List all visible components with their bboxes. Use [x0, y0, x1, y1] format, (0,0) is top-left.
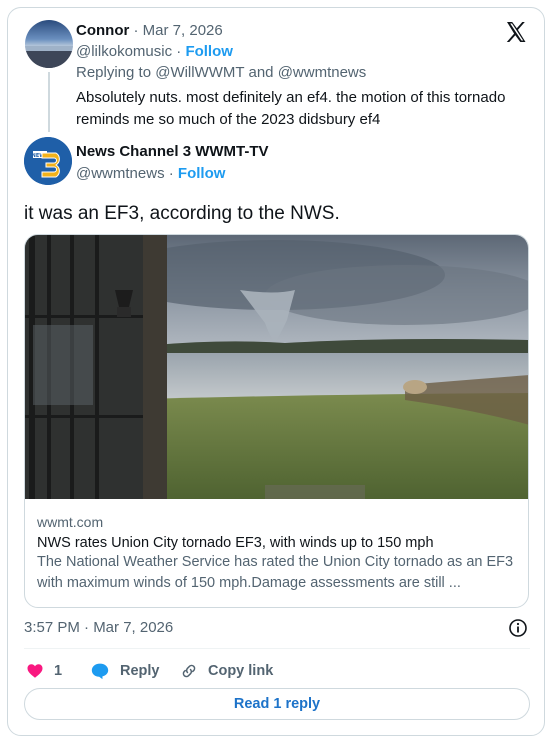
divider: [24, 648, 530, 649]
main-tweet-text: it was an EF3, according to the NWS.: [24, 203, 340, 224]
thread-connector-line: [48, 72, 50, 132]
reply-label: Reply: [120, 663, 160, 679]
follow-button-connor[interactable]: Follow: [185, 43, 233, 60]
reply-button[interactable]: Reply: [90, 660, 160, 682]
reply-tweet-text: Absolutely nuts. most definitely an ef4.…: [76, 89, 506, 128]
link-preview-text: wwmt.com NWS rates Union City tornado EF…: [37, 514, 517, 594]
avatar-wwmt[interactable]: NEWS: [24, 137, 72, 185]
reply-handle[interactable]: @lilkokomusic: [76, 43, 172, 60]
reply-date[interactable]: Mar 7, 2026: [143, 22, 223, 39]
reply-author-name[interactable]: Connor: [76, 22, 129, 39]
main-author-name[interactable]: News Channel 3 WWMT-TV: [76, 143, 269, 160]
replying-to-user1[interactable]: @WillWWMT: [155, 64, 244, 81]
embedded-tweet-card: Connor · Mar 7, 2026 @lilkokomusic · Fol…: [7, 7, 545, 736]
x-logo-icon[interactable]: [504, 20, 528, 44]
replying-to-user2[interactable]: @wwmtnews: [278, 64, 367, 81]
tornado-photo: [25, 235, 528, 499]
like-button[interactable]: 1: [26, 660, 62, 682]
read-replies-button[interactable]: Read 1 reply: [24, 688, 530, 720]
copy-link-label: Copy link: [208, 663, 274, 679]
like-count: 1: [54, 663, 63, 679]
link-title: NWS rates Union City tornado EF3, with w…: [37, 535, 434, 551]
tweet-timestamp[interactable]: 3:57 PM · Mar 7, 2026: [24, 619, 173, 636]
reply-handle-row: @lilkokomusic · Follow: [76, 43, 233, 60]
link-domain: wwmt.com: [37, 514, 104, 530]
main-handle[interactable]: @wwmtnews: [76, 165, 165, 182]
reply-author-row: Connor · Mar 7, 2026: [76, 22, 223, 39]
main-handle-row: @wwmtnews · Follow: [76, 165, 226, 182]
copy-link-button[interactable]: Copy link: [180, 660, 273, 682]
link-preview-card[interactable]: wwmt.com NWS rates Union City tornado EF…: [24, 234, 529, 608]
info-icon[interactable]: [508, 618, 528, 638]
replying-to-row: Replying to @WillWWMT and @wwmtnews: [76, 64, 366, 81]
main-author-row: News Channel 3 WWMT-TV: [76, 143, 269, 160]
link-icon: [182, 664, 196, 678]
heart-icon: [27, 664, 43, 678]
follow-button-wwmt[interactable]: Follow: [178, 165, 226, 182]
avatar-connor[interactable]: [25, 20, 73, 68]
link-description: The National Weather Service has rated t…: [37, 554, 514, 591]
speech-bubble-icon: [91, 663, 109, 680]
replying-to-prefix: Replying to: [76, 64, 152, 81]
replying-to-and: and: [248, 64, 274, 81]
